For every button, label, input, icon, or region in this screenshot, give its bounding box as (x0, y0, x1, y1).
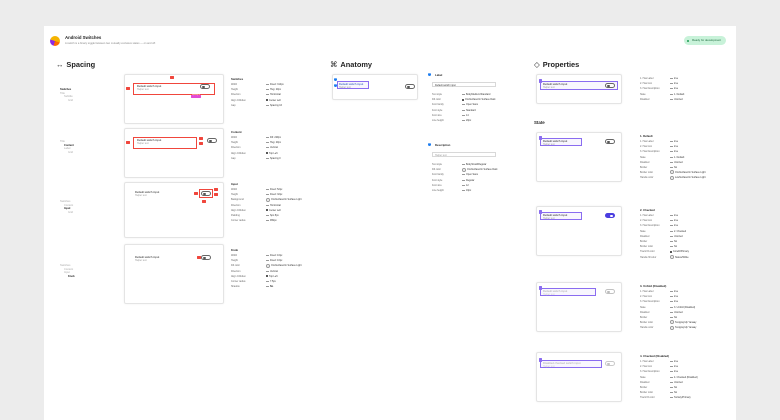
variant-marker (539, 79, 542, 83)
switch-subtitle: Helper text (543, 143, 555, 146)
switch-toggle[interactable] (605, 83, 615, 88)
spacing-marker (170, 76, 174, 79)
spacing-marker (194, 192, 198, 195)
spacing-marker (126, 87, 130, 90)
row-hierarchy: Switches Content Input Knob (60, 264, 75, 278)
switch-toggle[interactable] (605, 139, 615, 144)
spacing-preview-card: Default switch input Helper text (124, 182, 224, 238)
switch-toggle-checked[interactable] (605, 213, 615, 218)
switch-toggle[interactable] (405, 84, 415, 89)
switch-subtitle: Helper text (543, 86, 555, 89)
section-title-anatomy: ⌘ Anatomy (330, 60, 373, 69)
switch-subtitle: Helper text (339, 86, 351, 89)
row-hierarchy: Title Content Label Grid (60, 140, 74, 154)
command-icon: ⌘ (330, 60, 338, 69)
spacing-marker (197, 256, 201, 259)
props-group-title: Switches (231, 77, 244, 81)
property-preview-card: Default switch input Helper text (536, 74, 622, 104)
row-hierarchy: Switches Title Subtitle Grid (60, 88, 73, 102)
switch-subtitle: Helper text (137, 142, 149, 145)
description-preview-field: Helper text (432, 152, 496, 157)
props-group-title: Input (231, 182, 238, 186)
design-canvas: Android Switches A switch is a binary to… (44, 26, 736, 420)
property-preview-card: Default switch input Helper text (536, 282, 622, 332)
state-title: 3. Unfold (Disabled) (640, 284, 667, 288)
switch-toggle[interactable] (201, 191, 211, 196)
switch-subtitle: Helper text (137, 88, 149, 91)
status-badge[interactable]: Ready for development (684, 36, 726, 45)
variant-marker (539, 210, 542, 214)
state-title: 1. Default (640, 134, 653, 138)
double-arrow-icon: ↔ (56, 60, 64, 69)
state-title: 2. Checked (640, 208, 655, 212)
spacing-preview-card: Default switch input Helper text (124, 244, 224, 304)
spacing-marker (199, 142, 203, 145)
switch-subtitle: Helper text (135, 194, 147, 197)
variant-marker (539, 358, 542, 362)
switch-toggle[interactable] (207, 138, 217, 143)
anatomy-marker-2: 2 (428, 143, 432, 147)
switch-subtitle: Helper text (543, 217, 555, 220)
spacing-marker (126, 141, 130, 144)
switch-subtitle: Helper text (543, 293, 555, 296)
spacing-marker (202, 200, 206, 203)
anatomy-marker-1: 1 (428, 73, 432, 77)
spacing-marker (214, 188, 218, 191)
spacing-preview-card: Default switch input Helper text (124, 128, 224, 178)
variant-marker (539, 136, 542, 140)
figma-logo-icon (50, 36, 60, 46)
spacing-marker (199, 137, 203, 140)
state-heading: State (534, 120, 545, 125)
spacing-preview-card: Default switch input Helper text Spacing… (124, 74, 224, 124)
doc-header: Android Switches A switch is a binary to… (50, 34, 730, 50)
switch-toggle[interactable] (200, 84, 210, 89)
switch-toggle-disabled (605, 289, 615, 294)
property-preview-card: Default switch input Helper text (536, 132, 622, 182)
anatomy-preview-card: 1 2 Default switch input Helper text (332, 74, 418, 100)
label-preview-field: Default switch input (432, 82, 496, 87)
state-title: 4. Checked (Disabled) (640, 354, 670, 358)
section-title-spacing: ↔ Spacing (56, 60, 96, 69)
anatomy-block-title: Label (435, 73, 443, 77)
switch-toggle[interactable] (201, 255, 211, 260)
doc-subtitle: A switch is a binary toggle between two … (65, 42, 156, 45)
props-group-title: Knob (231, 248, 239, 252)
row-hierarchy: Switches Content Input Grid (60, 200, 74, 214)
gap-token-chip: Spacing 16 (191, 95, 201, 98)
property-preview-card: Disabled checked switch input Helper tex… (536, 352, 622, 402)
props-group-title: Content (231, 130, 242, 134)
switch-toggle-disabled (605, 361, 615, 366)
switch-subtitle: Helper text (543, 365, 555, 368)
spacing-marker (214, 193, 218, 196)
anatomy-block-title: Description (435, 143, 451, 147)
variant-marker (539, 286, 542, 290)
switch-subtitle: Helper text (135, 259, 147, 262)
doc-title: Android Switches (65, 35, 102, 40)
section-title-properties: ◇ Properties (534, 60, 580, 69)
diamond-icon: ◇ (534, 60, 540, 69)
property-preview-card: Default switch input Helper text (536, 206, 622, 256)
